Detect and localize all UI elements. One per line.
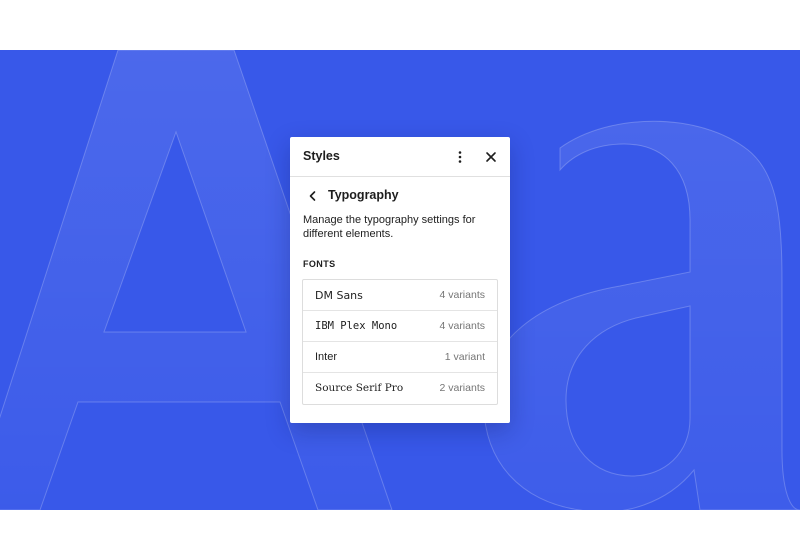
font-name: IBM Plex Mono: [315, 320, 398, 332]
font-item-ibm-plex-mono[interactable]: IBM Plex Mono 4 variants: [303, 311, 497, 342]
font-item-dm-sans[interactable]: DM Sans 4 variants: [303, 280, 497, 311]
font-name: Source Serif Pro: [315, 382, 404, 394]
typography-title: Typography: [328, 188, 399, 202]
typography-description: Manage the typography settings for diffe…: [303, 214, 476, 240]
font-variant-count: 1 variant: [444, 351, 485, 363]
styles-panel: Styles Typography Manage the typography …: [290, 137, 510, 423]
back-button[interactable]: [303, 186, 323, 206]
font-name: DM Sans: [315, 289, 363, 302]
typography-nav-row: Typography: [290, 185, 510, 207]
more-vertical-icon: [458, 151, 462, 163]
panel-title: Styles: [303, 149, 340, 163]
font-variant-count: 4 variants: [439, 320, 485, 332]
font-item-inter[interactable]: Inter 1 variant: [303, 342, 497, 373]
font-list: DM Sans 4 variants IBM Plex Mono 4 varia…: [302, 279, 498, 405]
close-icon: [486, 152, 496, 162]
close-button[interactable]: [481, 147, 501, 167]
letter-a-serif-outline: [483, 120, 800, 510]
chevron-left-icon: [309, 191, 316, 201]
more-options-button[interactable]: [450, 147, 470, 167]
fonts-section-label: FONTS: [303, 259, 336, 269]
hero-background: Styles Typography Manage the typography …: [0, 50, 800, 510]
panel-header: Styles: [290, 137, 510, 177]
font-name: Inter: [315, 351, 338, 363]
font-variant-count: 4 variants: [439, 289, 485, 301]
font-item-source-serif-pro[interactable]: Source Serif Pro 2 variants: [303, 373, 497, 404]
font-variant-count: 2 variants: [439, 382, 485, 394]
